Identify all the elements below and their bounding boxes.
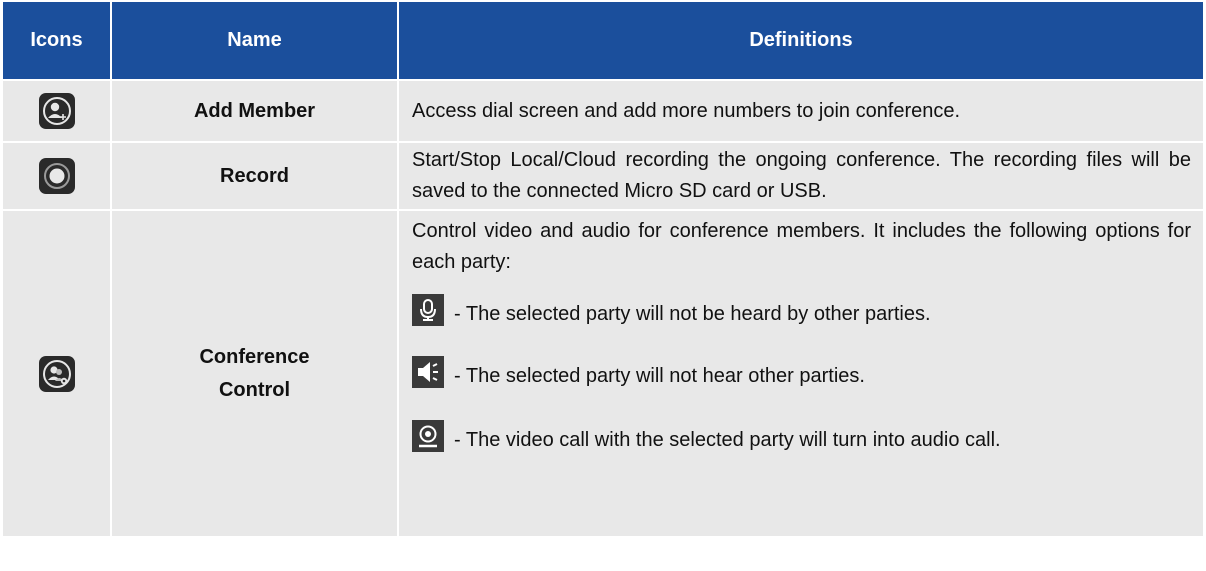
add-member-icon [38, 93, 75, 129]
table-row: Record Start/Stop Local/Cloud recording … [3, 143, 1203, 211]
row-name-line2: Control [218, 378, 291, 401]
option-mute-text: - The selected party will not be heard b… [454, 303, 931, 325]
icons-table: Icons Name Definitions Add Member Access… [3, 2, 1203, 538]
definition-intro: Control video and audio for conference m… [412, 220, 1191, 273]
table-row: Conference Control Control video and aud… [3, 211, 1203, 538]
speaker-icon [412, 356, 444, 388]
icon-cell [3, 211, 112, 536]
option-deafen-text: - The selected party will not hear other… [454, 365, 865, 387]
row-definition: Access dial screen and add more numbers … [399, 81, 1203, 141]
icon-cell [3, 143, 112, 209]
row-name: Conference Control [112, 211, 399, 536]
header-definitions: Definitions [749, 29, 853, 51]
option-video: - The video call with the selected party… [412, 420, 1191, 452]
option-video-text: - The video call with the selected party… [454, 429, 1001, 451]
row-name: Add Member [112, 81, 399, 141]
table-header: Icons Name Definitions [3, 2, 1203, 81]
icon-cell [3, 81, 112, 141]
microphone-icon [412, 294, 444, 326]
conference-control-icon [38, 355, 75, 392]
row-name-line1: Conference [199, 345, 310, 368]
row-definition: Start/Stop Local/Cloud recording the ong… [399, 143, 1203, 209]
header-name: Name [112, 2, 399, 79]
record-icon [38, 158, 75, 194]
header-icons: Icons [3, 2, 112, 79]
row-definition: Control video and audio for conference m… [399, 211, 1203, 536]
table-row: Add Member Access dial screen and add mo… [3, 81, 1203, 143]
camera-icon [412, 420, 444, 452]
row-name: Record [112, 143, 399, 209]
option-deafen: - The selected party will not hear other… [412, 356, 1191, 388]
option-mute: - The selected party will not be heard b… [412, 294, 1191, 326]
